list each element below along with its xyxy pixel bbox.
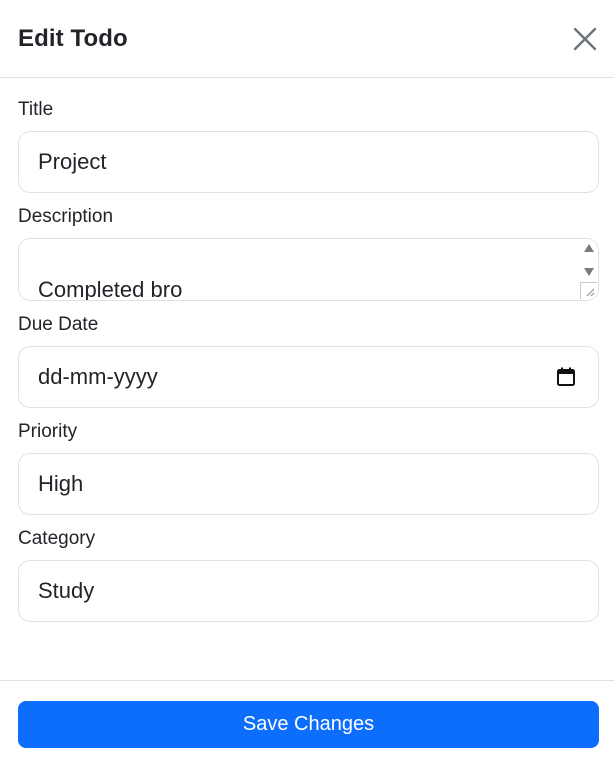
category-label: Category bbox=[18, 528, 96, 549]
priority-select[interactable]: High bbox=[18, 453, 599, 515]
priority-value: High bbox=[38, 471, 84, 496]
scroll-down-arrow-icon[interactable] bbox=[584, 268, 594, 276]
title-value: Project bbox=[38, 149, 107, 174]
title-input[interactable]: Project bbox=[18, 131, 599, 193]
edit-todo-modal: Edit Todo Title Project Description Comp… bbox=[0, 0, 614, 763]
category-input[interactable]: Study bbox=[18, 560, 599, 622]
resize-handle-icon[interactable] bbox=[580, 282, 597, 299]
modal-title: Edit Todo bbox=[18, 24, 128, 52]
description-label: Description bbox=[18, 206, 114, 227]
due-date-value: dd-mm-yyyy bbox=[38, 364, 158, 389]
priority-label: Priority bbox=[18, 421, 78, 442]
scroll-up-arrow-icon[interactable] bbox=[584, 244, 594, 252]
modal-footer: Save Changes bbox=[0, 680, 614, 763]
title-label: Title bbox=[18, 99, 54, 120]
description-value: Completed bro bbox=[38, 277, 183, 301]
description-textarea[interactable]: Completed bro bbox=[18, 238, 599, 301]
category-value: Study bbox=[38, 578, 95, 603]
due-date-input[interactable]: dd-mm-yyyy bbox=[18, 346, 599, 408]
calendar-icon[interactable] bbox=[556, 367, 576, 387]
close-button[interactable] bbox=[568, 22, 602, 56]
modal-header: Edit Todo bbox=[0, 0, 614, 78]
save-changes-button[interactable]: Save Changes bbox=[18, 701, 599, 748]
due-date-label: Due Date bbox=[18, 314, 99, 335]
close-icon bbox=[573, 27, 597, 50]
modal-body: Title Project Description Completed bro … bbox=[0, 78, 614, 622]
